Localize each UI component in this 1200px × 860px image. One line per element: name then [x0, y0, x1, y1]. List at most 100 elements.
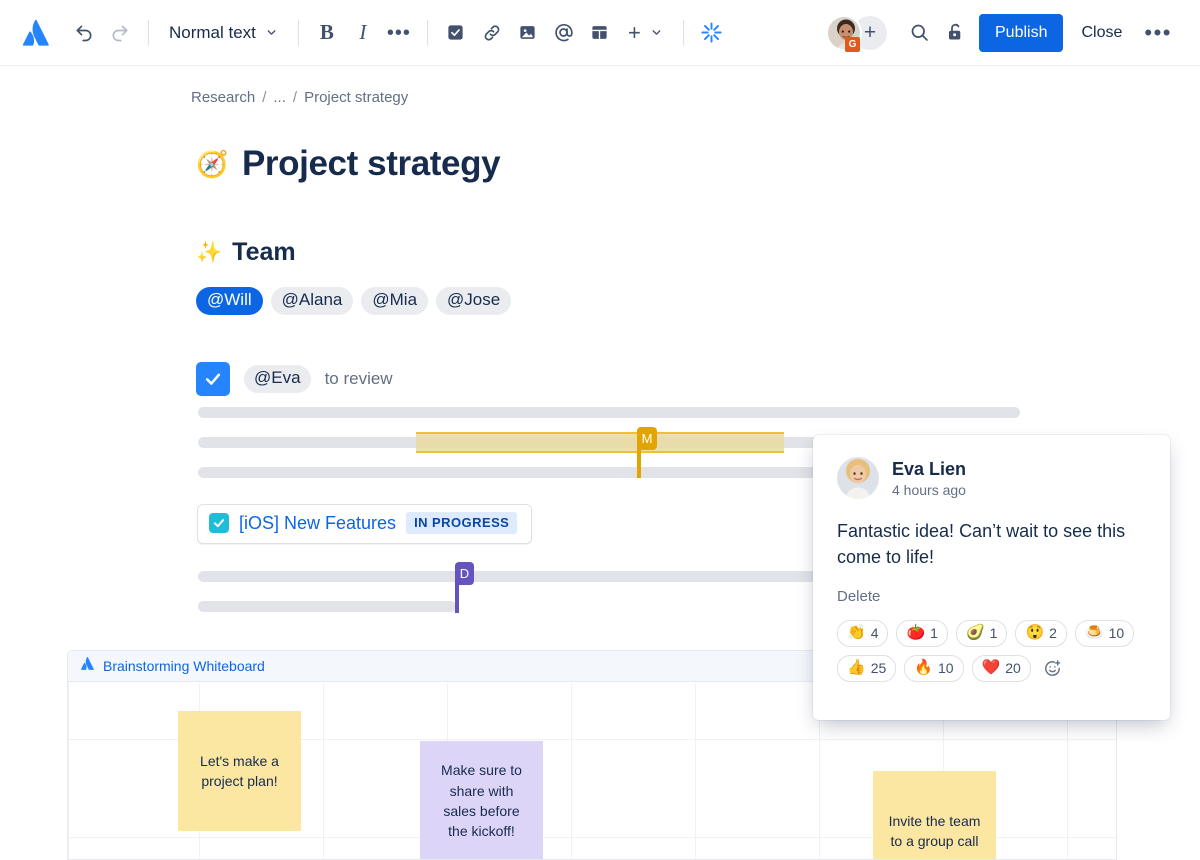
toolbar-divider: [682, 19, 684, 46]
reaction-count: 1: [989, 625, 998, 642]
heart-icon: ❤️: [981, 659, 1001, 677]
placeholder-bar: [198, 467, 838, 478]
reaction-fire[interactable]: 🔥 10: [904, 655, 964, 683]
status-badge: G: [845, 36, 860, 52]
breadcrumb-separator: /: [292, 89, 298, 106]
table-icon[interactable]: [582, 15, 618, 51]
grid-line: [323, 683, 324, 859]
sticky-note[interactable]: Make sure to share with sales before the…: [420, 741, 543, 859]
italic-button[interactable]: I: [345, 15, 381, 51]
team-mentions: @Will @Alana @Mia @Jose: [196, 287, 512, 315]
reaction-count: 1: [930, 625, 938, 642]
comment-body: Fantastic idea! Can’t wait to see this c…: [837, 521, 1126, 567]
toolbar-divider: [426, 19, 428, 46]
collaborator-avatars: G +: [826, 14, 887, 52]
text-highlight: [416, 432, 784, 453]
reaction-count: 10: [1108, 625, 1125, 642]
breadcrumb-item-current[interactable]: Project strategy: [304, 89, 408, 106]
reaction-count: 4: [870, 625, 879, 642]
comment-popup: Eva Lien 4 hours ago Fantastic idea! Can…: [813, 435, 1170, 720]
page-title: 🧭 Project strategy: [196, 144, 501, 184]
more-formatting-button[interactable]: •••: [381, 15, 417, 51]
reaction-tomato[interactable]: 🍅 1: [896, 620, 948, 648]
mention-pill-alana[interactable]: @Alana: [270, 287, 354, 315]
text-style-label: Normal text: [169, 22, 256, 42]
insert-plus-icon: +: [627, 19, 641, 45]
check-icon: [205, 373, 221, 385]
toolbar-left-group: Normal text B I ••• +: [0, 15, 730, 51]
comment-header: Eva Lien 4 hours ago: [837, 457, 1146, 499]
bold-button[interactable]: B: [309, 15, 345, 51]
reaction-count: 20: [1005, 660, 1021, 677]
compass-icon[interactable]: 🧭: [196, 151, 228, 177]
mention-pill-eva[interactable]: @Eva: [244, 365, 311, 393]
redo-button[interactable]: [102, 15, 138, 51]
fire-icon: 🔥: [914, 659, 933, 677]
ios-task-chip[interactable]: [iOS] New Features IN PROGRESS: [197, 504, 533, 544]
comment-timestamp: 4 hours ago: [892, 482, 966, 499]
checkbox-icon[interactable]: [438, 15, 474, 51]
custard-icon: 🍮: [1084, 624, 1104, 642]
grid-line: [68, 683, 69, 859]
mention-pill-mia[interactable]: @Mia: [361, 287, 429, 315]
text-style-dropdown[interactable]: Normal text: [159, 15, 288, 51]
mention-pill-will[interactable]: @Will: [196, 287, 263, 315]
check-icon: [213, 519, 225, 528]
breadcrumb: Research / ... / Project strategy: [191, 89, 408, 106]
collaborator-cursor-d-flag: D: [455, 562, 474, 585]
toolbar-divider: [297, 19, 299, 46]
link-icon[interactable]: [474, 15, 510, 51]
chevron-down-icon: [652, 30, 661, 35]
reaction-avocado[interactable]: 🥑 1: [955, 620, 1008, 648]
ios-task-checkbox[interactable]: [209, 513, 229, 533]
thumbs-up-icon: 👍: [847, 659, 866, 677]
search-icon[interactable]: [901, 15, 937, 51]
chevron-down-icon: [267, 30, 276, 35]
toolbar-divider: [148, 19, 149, 46]
clap-icon: 👏: [847, 624, 866, 642]
team-heading: ✨ Team: [196, 238, 296, 267]
reaction-heart[interactable]: ❤️ 20: [971, 655, 1031, 683]
sticky-note[interactable]: Let's make a project plan!: [178, 711, 301, 831]
ios-task-title[interactable]: [iOS] New Features: [239, 513, 396, 534]
comment-author: Eva Lien: [892, 458, 967, 479]
close-button[interactable]: Close: [1069, 14, 1134, 52]
astonished-face-icon: 😲: [1025, 624, 1045, 642]
collaborator-cursor-m-flag: M: [637, 427, 657, 450]
reaction-count: 10: [937, 660, 954, 677]
atlassian-intelligence-icon[interactable]: [694, 15, 730, 51]
more-actions-button[interactable]: •••: [1134, 14, 1182, 52]
sticky-note[interactable]: Invite the team to a group call: [873, 771, 996, 859]
reaction-astonished[interactable]: 😲 2: [1015, 620, 1067, 648]
reaction-count: 2: [1049, 625, 1057, 642]
mention-pill-jose[interactable]: @Jose: [436, 287, 512, 315]
whiteboard-title: Brainstorming Whiteboard: [103, 658, 265, 674]
placeholder-bar: [198, 407, 1020, 418]
insert-dropdown[interactable]: +: [618, 15, 673, 51]
breadcrumb-item-ellipsis[interactable]: ...: [273, 89, 286, 106]
reaction-count: 25: [870, 660, 887, 677]
reaction-custard[interactable]: 🍮 10: [1074, 620, 1135, 648]
reaction-thumbs-up[interactable]: 👍 25: [837, 655, 897, 683]
comment-reactions: 👏 4 🍅 1 🥑 1 😲 2 🍮 10 👍 25 🔥 10 ❤️ 20: [837, 620, 1146, 683]
task-text: to review: [324, 369, 393, 388]
page-title-text[interactable]: Project strategy: [242, 144, 501, 184]
atlassian-logo[interactable]: [18, 15, 54, 51]
team-heading-text: Team: [232, 238, 296, 266]
breadcrumb-item-research[interactable]: Research: [191, 89, 255, 106]
mention-icon[interactable]: [546, 15, 582, 51]
comment-delete-link[interactable]: Delete: [837, 588, 1146, 605]
undo-button[interactable]: [66, 15, 102, 51]
grid-line: [571, 683, 572, 859]
publish-button[interactable]: Publish: [979, 13, 1064, 52]
placeholder-bar: [198, 601, 456, 612]
task-checkbox[interactable]: [196, 362, 230, 396]
grid-line: [695, 683, 696, 859]
unlocked-padlock-icon[interactable]: [937, 15, 973, 51]
avocado-icon: 🥑: [965, 624, 985, 642]
avatar[interactable]: [837, 457, 879, 499]
image-icon[interactable]: [510, 15, 546, 51]
add-reaction-icon[interactable]: [1041, 657, 1065, 681]
task-row: @Eva to review: [196, 362, 393, 396]
reaction-clap[interactable]: 👏 4: [837, 620, 889, 648]
